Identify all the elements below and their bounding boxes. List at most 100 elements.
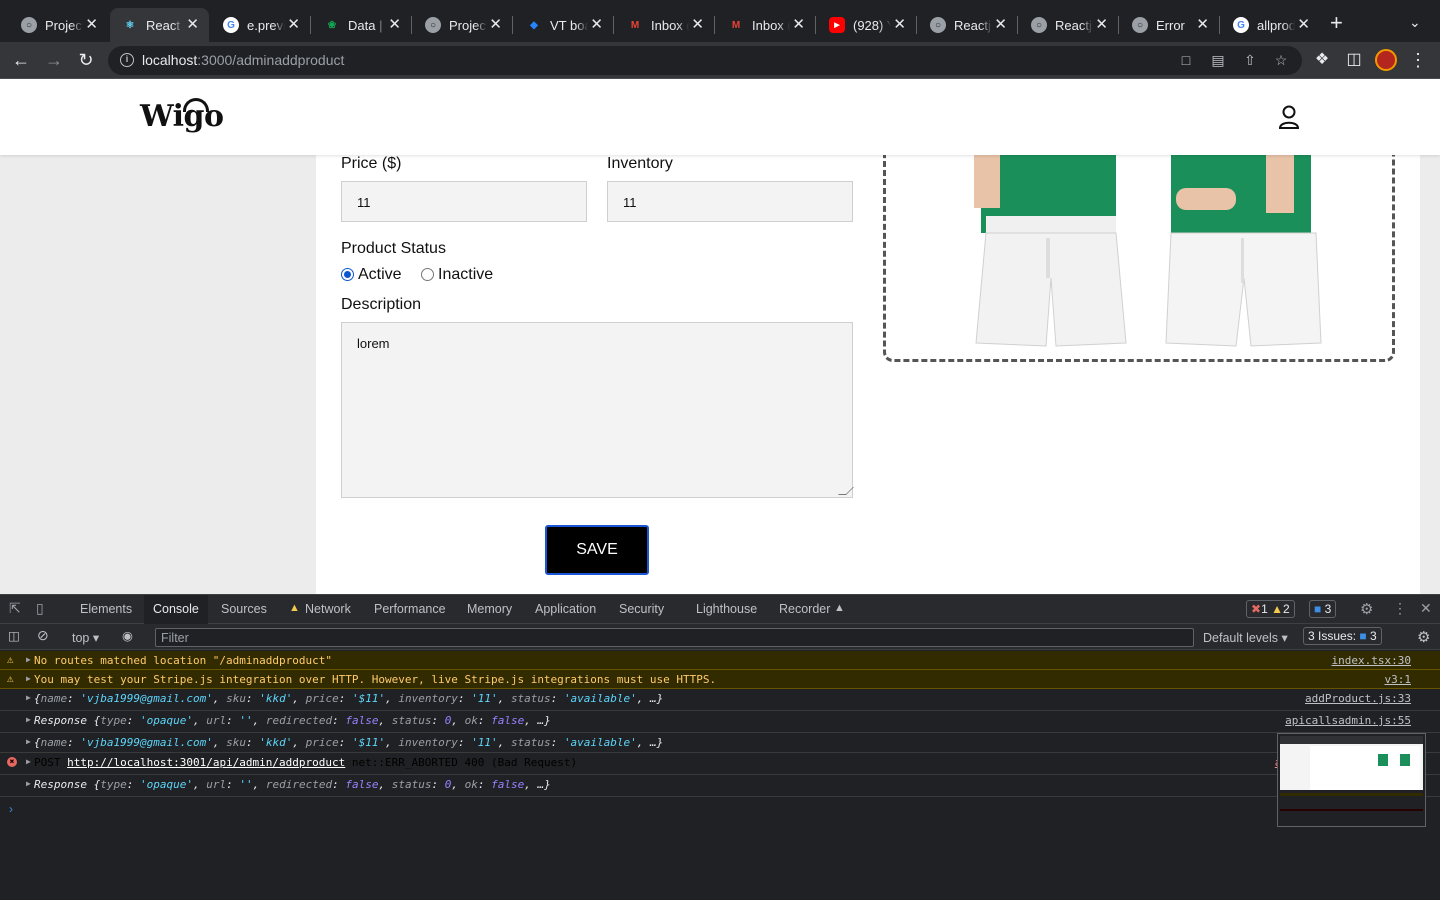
console-message-row[interactable]: ▶ Response {type: 'opaque', url: '', redi… [0, 775, 1440, 797]
browser-tab[interactable]: ▶ (928) Y✕ [817, 8, 916, 42]
devtools-tab-application[interactable]: Application [535, 602, 596, 616]
address-bar[interactable]: i localhost:3000/adminaddproduct □ ▤ ⇧ ☆ [108, 46, 1302, 75]
live-expression-eye-icon[interactable]: ◉ [122, 628, 133, 643]
inspect-element-icon[interactable]: ⇱ [9, 600, 21, 617]
status-active-label[interactable]: Active [358, 266, 402, 284]
browser-tab[interactable]: ○ Project ✕ [413, 8, 512, 42]
console-message-row[interactable]: ⚠ ▶ No routes matched location "/adminaddp… [0, 651, 1440, 670]
sidebar-toggle-icon[interactable]: ◫ [8, 628, 20, 643]
devtools-tab-memory[interactable]: Memory [467, 602, 512, 616]
devtools-tab-console[interactable]: Console [144, 595, 208, 624]
new-tab-button[interactable]: + [1330, 12, 1343, 34]
browser-tab[interactable]: Ge.preview✕ [211, 8, 310, 42]
network-warning-icon: ▲ [289, 602, 300, 614]
side-panel-icon[interactable]: ◫ [1343, 49, 1365, 71]
browser-tab[interactable]: ○ Error ✕ [1120, 8, 1219, 42]
browser-tab[interactable]: ⚛ React App✕ [110, 8, 209, 42]
expand-triangle-icon[interactable]: ▶ [26, 715, 31, 724]
message-count-badge[interactable]: ■ 3 [1309, 600, 1337, 618]
console-prompt-icon[interactable]: › [9, 802, 13, 816]
device-toolbar-icon[interactable]: ▯ [36, 600, 44, 617]
request-url-link[interactable]: http://localhost:3001/api/admin/addprodu… [67, 756, 345, 769]
console-source-link[interactable]: addProduct.js:33 [1305, 692, 1411, 705]
close-tab-icon[interactable]: ✕ [1297, 17, 1310, 33]
browser-tab[interactable]: ○ Reactjs✕ [918, 8, 1017, 42]
expand-triangle-icon[interactable]: ▶ [26, 693, 31, 702]
console-source-link[interactable]: apicallsadmin.js:55 [1285, 714, 1411, 727]
devtools-menu-icon[interactable]: ⋮ [1393, 600, 1407, 617]
devtools-tab-sources[interactable]: Sources [221, 602, 267, 616]
browser-tab[interactable]: ○ Project ✕ [9, 8, 108, 42]
browser-tab[interactable]: M Inbox (✕ [615, 8, 714, 42]
status-active-radio[interactable] [341, 268, 354, 281]
browser-tab[interactable]: ❀ Data | ✕ [312, 8, 411, 42]
inventory-input[interactable]: 11 [607, 181, 853, 222]
description-textarea[interactable]: lorem [341, 322, 854, 498]
textarea-resize-handle[interactable] [838, 487, 854, 495]
tab-search-chevron-icon[interactable]: ⌄ [1409, 14, 1421, 31]
forward-arrow-icon[interactable]: → [43, 49, 65, 71]
close-tab-icon[interactable]: ✕ [590, 17, 603, 33]
devtools-tab-performance[interactable]: Performance [374, 602, 446, 616]
extensions-puzzle-icon[interactable]: ❖ [1311, 49, 1333, 71]
context-selector[interactable]: top ▾ [72, 630, 99, 645]
devtools-tab-network[interactable]: Network [305, 602, 351, 616]
expand-triangle-icon[interactable]: ▶ [26, 779, 31, 788]
browser-tab[interactable]: ○ Reactjs✕ [1019, 8, 1118, 42]
price-input[interactable]: 11 [341, 181, 587, 222]
clear-console-icon[interactable]: ⊘ [37, 627, 49, 644]
console-settings-gear-icon[interactable]: ⚙ [1417, 628, 1430, 646]
share-icon[interactable]: ⇧ [1240, 50, 1260, 70]
reload-icon[interactable]: ↻ [75, 49, 97, 71]
expand-triangle-icon[interactable]: ▶ [26, 674, 31, 683]
kebab-menu-icon[interactable]: ⋮ [1407, 49, 1429, 71]
close-tab-icon[interactable]: ✕ [893, 17, 906, 33]
url-text[interactable]: localhost:3000/adminaddproduct [142, 52, 344, 68]
console-message-row[interactable]: ▶ {name: 'vjba1999@gmail.com', sku: 'kkd'… [0, 689, 1440, 711]
console-message-row[interactable]: ✖ ▶ POST http://localhost:3001/api/admin/a… [0, 753, 1440, 775]
site-logo[interactable]: Wigo [140, 99, 224, 134]
log-levels-dropdown[interactable]: Default levels ▾ [1203, 630, 1288, 645]
browser-tab[interactable]: Gallprod ✕ [1221, 8, 1320, 42]
console-source-link[interactable]: index.tsx:30 [1332, 654, 1411, 667]
bookmark-star-icon[interactable]: ☆ [1271, 50, 1291, 70]
browser-tab[interactable]: M Inbox (✕ [716, 8, 815, 42]
error-count-badge[interactable]: ✖1 ▲2 [1246, 600, 1295, 618]
browser-tab[interactable]: ◆ VT board✕ [514, 8, 613, 42]
close-tab-icon[interactable]: ✕ [691, 17, 704, 33]
reading-mode-icon[interactable]: ▤ [1208, 50, 1228, 70]
devtools-tab-elements[interactable]: Elements [80, 602, 132, 616]
close-devtools-icon[interactable]: ✕ [1420, 600, 1432, 617]
user-account-icon[interactable] [1278, 105, 1300, 129]
document-icon[interactable]: □ [1176, 50, 1196, 70]
close-tab-icon[interactable]: ✕ [1095, 17, 1108, 33]
issues-badge[interactable]: 3 Issues: ■ 3 [1303, 627, 1382, 645]
status-inactive-label[interactable]: Inactive [438, 266, 493, 284]
console-message-row[interactable]: ⚠ ▶ You may test your Stripe.js integratio… [0, 670, 1440, 689]
profile-avatar[interactable] [1375, 49, 1397, 71]
expand-triangle-icon[interactable]: ▶ [26, 655, 31, 664]
devtools-tab-security[interactable]: Security [619, 602, 664, 616]
console-message-row[interactable]: ▶ {name: 'vjba1999@gmail.com', sku: 'kkd'… [0, 733, 1440, 753]
image-dropzone[interactable] [883, 135, 1395, 362]
back-arrow-icon[interactable]: ← [10, 49, 32, 71]
console-message-row[interactable]: ▶ Response {type: 'opaque', url: '', redi… [0, 711, 1440, 733]
settings-gear-icon[interactable]: ⚙ [1360, 600, 1373, 618]
site-info-icon[interactable]: i [120, 53, 134, 67]
close-tab-icon[interactable]: ✕ [287, 17, 300, 33]
close-tab-icon[interactable]: ✕ [1196, 17, 1209, 33]
expand-triangle-icon[interactable]: ▶ [26, 737, 31, 746]
close-tab-icon[interactable]: ✕ [994, 17, 1007, 33]
console-filter-input[interactable]: Filter [155, 628, 1194, 647]
close-tab-icon[interactable]: ✕ [388, 17, 401, 33]
close-tab-icon[interactable]: ✕ [186, 17, 199, 33]
console-source-link[interactable]: v3:1 [1385, 673, 1412, 686]
save-button[interactable]: SAVE [545, 525, 649, 575]
devtools-tab-lighthouse[interactable]: Lighthouse [696, 602, 757, 616]
devtools-tab-recorder[interactable]: Recorder [779, 602, 830, 616]
status-inactive-radio[interactable] [421, 268, 434, 281]
expand-triangle-icon[interactable]: ▶ [26, 757, 31, 766]
close-tab-icon[interactable]: ✕ [792, 17, 805, 33]
close-tab-icon[interactable]: ✕ [489, 17, 502, 33]
close-tab-icon[interactable]: ✕ [85, 17, 98, 33]
